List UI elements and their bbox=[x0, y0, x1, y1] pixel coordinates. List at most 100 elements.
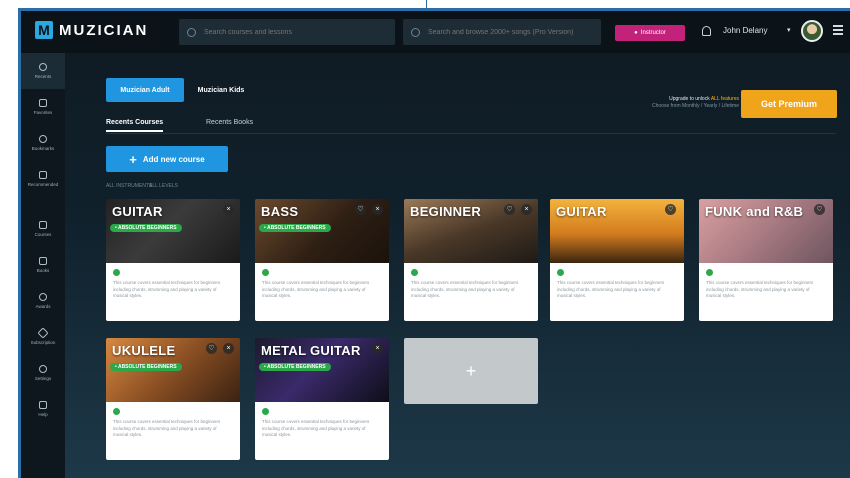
tab-muzician-adult[interactable]: Muzician Adult bbox=[106, 78, 184, 102]
add-course-label: Add new course bbox=[142, 154, 205, 164]
sidebar-item-label: Subscription bbox=[30, 340, 56, 345]
course-card[interactable]: BASS • ABSOLUTE BEGINNERS ♡ × This cours… bbox=[255, 199, 389, 321]
course-search-input[interactable] bbox=[202, 27, 366, 37]
sidebar-item-recents[interactable]: Recents bbox=[21, 53, 65, 89]
instructor-label: Instructor bbox=[640, 30, 666, 36]
course-title: GUITAR bbox=[556, 204, 607, 219]
course-body: This course covers essential techniques … bbox=[106, 402, 240, 460]
course-title: UKULELE bbox=[112, 343, 176, 358]
course-card[interactable]: GUITAR ♡ This course covers essential te… bbox=[550, 199, 684, 321]
status-dot bbox=[262, 408, 269, 415]
user-name[interactable]: John Delany bbox=[723, 26, 767, 35]
sidebar-item-recommended[interactable]: Recommended bbox=[21, 161, 65, 197]
filter-levels[interactable]: ALL LEVELS bbox=[149, 183, 178, 189]
tab-recent-courses[interactable]: Recents Courses bbox=[106, 119, 164, 132]
close-icon[interactable]: × bbox=[223, 204, 234, 215]
course-card[interactable]: GUITAR • ABSOLUTE BEGINNERS × This cours… bbox=[106, 199, 240, 321]
filter-instruments[interactable]: ALL INSTRUMENTS bbox=[106, 183, 152, 189]
course-card[interactable]: FUNK and R&B ♡ This course covers essent… bbox=[699, 199, 833, 321]
course-thumbnail: METAL GUITAR • ABSOLUTE BEGINNERS × bbox=[255, 338, 389, 402]
heart-icon[interactable]: ♡ bbox=[355, 204, 366, 215]
add-course-card[interactable]: + bbox=[404, 338, 538, 404]
song-search-input[interactable] bbox=[426, 27, 590, 37]
course-title: BEGINNER bbox=[410, 204, 482, 219]
close-icon[interactable]: × bbox=[372, 204, 383, 215]
sidebar-item-favorites[interactable]: Favorites bbox=[21, 89, 65, 125]
menu-icon[interactable] bbox=[833, 25, 843, 35]
course-card[interactable]: METAL GUITAR • ABSOLUTE BEGINNERS × This… bbox=[255, 338, 389, 460]
level-badge: • ABSOLUTE BEGINNERS bbox=[259, 224, 331, 232]
app-window: M MUZICIAN ● Instructor John Delany ▾ Re… bbox=[18, 8, 850, 478]
sidebar-item-books[interactable]: Books bbox=[21, 247, 65, 283]
close-icon[interactable]: × bbox=[372, 343, 383, 354]
course-thumbnail: FUNK and R&B ♡ bbox=[699, 199, 833, 263]
chevron-down-icon[interactable]: ▾ bbox=[787, 26, 791, 34]
close-icon[interactable]: × bbox=[223, 343, 234, 354]
search-icon bbox=[411, 27, 420, 37]
gear-icon bbox=[39, 365, 47, 373]
status-dot bbox=[113, 269, 120, 276]
tab-muzician-kids[interactable]: Muzician Kids bbox=[189, 78, 253, 102]
upgrade-line2: Choose from Monthly / Yearly / Lifetime bbox=[652, 103, 739, 109]
course-description: This course covers essential techniques … bbox=[113, 419, 221, 437]
tab-recent-books[interactable]: Recents Books bbox=[206, 119, 253, 126]
song-search[interactable] bbox=[403, 19, 601, 45]
level-badge: • ABSOLUTE BEGINNERS bbox=[259, 363, 331, 371]
course-description: This course covers essential techniques … bbox=[706, 280, 814, 298]
course-search[interactable] bbox=[179, 19, 395, 45]
sidebar-item-label: Favorites bbox=[33, 110, 53, 115]
status-dot bbox=[113, 408, 120, 415]
clock-icon bbox=[39, 63, 47, 71]
course-title: GUITAR bbox=[112, 204, 163, 219]
course-description: This course covers essential techniques … bbox=[411, 280, 519, 298]
sidebar-item-bookmarks[interactable]: Bookmarks bbox=[21, 125, 65, 161]
get-premium-button[interactable]: Get Premium bbox=[741, 90, 837, 118]
course-body: This course covers essential techniques … bbox=[550, 263, 684, 321]
logo-mark: M bbox=[35, 21, 53, 39]
sidebar-item-label: Awards bbox=[35, 304, 51, 309]
level-badge: • ABSOLUTE BEGINNERS bbox=[110, 224, 182, 232]
course-description: This course covers essential techniques … bbox=[557, 280, 665, 298]
course-card[interactable]: BEGINNER ♡ × This course covers essentia… bbox=[404, 199, 538, 321]
thumbs-up-icon bbox=[39, 171, 47, 179]
top-bar: M MUZICIAN ● Instructor John Delany ▾ bbox=[21, 11, 850, 53]
course-title: BASS bbox=[261, 204, 299, 219]
book-icon bbox=[39, 257, 47, 265]
course-title: METAL GUITAR bbox=[261, 343, 361, 358]
add-course-button[interactable]: + Add new course bbox=[106, 146, 228, 172]
avatar[interactable] bbox=[801, 20, 823, 42]
upgrade-text: Upgrade to unlock ALL features Choose fr… bbox=[611, 96, 739, 110]
course-body: This course covers essential techniques … bbox=[699, 263, 833, 321]
sidebar-item-label: Bookmarks bbox=[31, 146, 55, 151]
course-thumbnail: UKULELE • ABSOLUTE BEGINNERS ♡ × bbox=[106, 338, 240, 402]
sidebar-item-settings[interactable]: Settings bbox=[21, 355, 65, 391]
instructor-button[interactable]: ● Instructor bbox=[615, 25, 685, 41]
course-title: FUNK and R&B bbox=[705, 204, 804, 219]
plus-icon: + bbox=[129, 151, 137, 167]
logo[interactable]: M MUZICIAN bbox=[35, 21, 148, 39]
sidebar-item-courses[interactable]: Courses bbox=[21, 211, 65, 247]
heart-icon[interactable]: ♡ bbox=[206, 343, 217, 354]
trophy-icon bbox=[39, 293, 47, 301]
bell-icon[interactable] bbox=[702, 26, 711, 36]
close-icon[interactable]: × bbox=[521, 204, 532, 215]
course-card[interactable]: UKULELE • ABSOLUTE BEGINNERS ♡ × This co… bbox=[106, 338, 240, 460]
course-thumbnail: GUITAR • ABSOLUTE BEGINNERS × bbox=[106, 199, 240, 263]
sidebar-item-label: Recommended bbox=[27, 182, 59, 187]
help-icon bbox=[39, 401, 47, 409]
sidebar-item-awards[interactable]: Awards bbox=[21, 283, 65, 319]
course-thumbnail: BASS • ABSOLUTE BEGINNERS ♡ × bbox=[255, 199, 389, 263]
course-body: This course covers essential techniques … bbox=[255, 402, 389, 460]
level-badge: • ABSOLUTE BEGINNERS bbox=[110, 363, 182, 371]
sidebar-item-subscription[interactable]: Subscription bbox=[21, 319, 65, 355]
sidebar-item-label: Recents bbox=[34, 74, 52, 79]
course-body: This course covers essential techniques … bbox=[404, 263, 538, 321]
search-icon bbox=[187, 27, 196, 37]
bookmark-icon bbox=[39, 135, 47, 143]
status-dot bbox=[411, 269, 418, 276]
heart-icon[interactable]: ♡ bbox=[504, 204, 515, 215]
sidebar-item-help[interactable]: Help bbox=[21, 391, 65, 427]
heart-icon[interactable]: ♡ bbox=[665, 204, 676, 215]
sidebar-item-label: Courses bbox=[34, 232, 52, 237]
heart-icon[interactable]: ♡ bbox=[814, 204, 825, 215]
